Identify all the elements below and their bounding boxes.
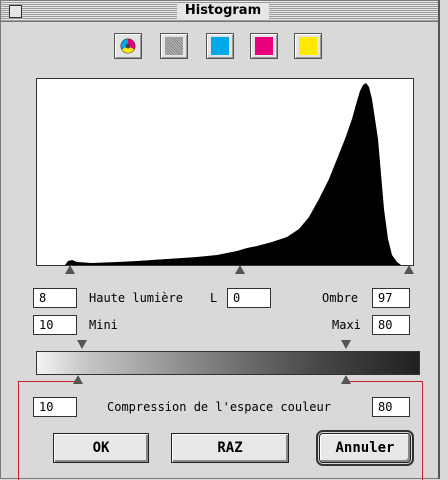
compression-frame xyxy=(18,381,423,480)
tone-gradient-bar xyxy=(36,351,420,375)
compression-min-input[interactable]: 10 xyxy=(33,397,77,417)
compression-label: Compression de l'espace couleur xyxy=(107,400,331,414)
l-label: L xyxy=(210,291,218,305)
channel-magenta-button[interactable] xyxy=(250,33,278,59)
output-min-handle[interactable] xyxy=(77,340,87,349)
shadow-slider-handle[interactable] xyxy=(404,265,414,274)
title-bar[interactable]: Histogram xyxy=(1,1,438,22)
window-title: Histogram xyxy=(177,3,269,19)
shadow-label: Ombre xyxy=(322,291,359,305)
close-box-icon[interactable] xyxy=(9,5,22,18)
channel-cyan-button[interactable] xyxy=(206,33,234,59)
l-input[interactable]: 0 xyxy=(227,288,271,308)
ok-button[interactable]: OK xyxy=(53,433,149,463)
histogram-curve xyxy=(37,83,413,265)
raz-button[interactable]: RAZ xyxy=(171,433,289,463)
compression-max-handle[interactable] xyxy=(341,375,351,384)
shadow-input[interactable]: 97 xyxy=(372,288,410,308)
compression-max-input[interactable]: 80 xyxy=(372,397,410,417)
maxi-input[interactable]: 80 xyxy=(372,315,410,335)
highlight-input[interactable]: 8 xyxy=(33,288,77,308)
histogram-window: Histogram 8 Haute lumière L 0 Ombre 97 1… xyxy=(0,0,440,480)
compression-min-handle[interactable] xyxy=(73,375,83,384)
channel-yellow-button[interactable] xyxy=(294,33,322,59)
color-wheel-icon xyxy=(120,38,136,54)
yellow-swatch-icon xyxy=(299,37,317,55)
mini-input[interactable]: 10 xyxy=(33,315,77,335)
output-max-handle[interactable] xyxy=(341,340,351,349)
highlight-label: Haute lumière xyxy=(89,291,183,305)
channel-gray-button[interactable] xyxy=(160,33,188,59)
highlight-slider-handle[interactable] xyxy=(65,265,75,274)
mini-label: Mini xyxy=(89,318,118,332)
cyan-swatch-icon xyxy=(211,37,229,55)
gray-pattern-icon xyxy=(165,37,183,55)
midtone-slider-handle[interactable] xyxy=(235,265,245,274)
frame-gap xyxy=(81,377,349,385)
maxi-label: Maxi xyxy=(332,318,361,332)
histogram-plot xyxy=(36,78,414,266)
magenta-swatch-icon xyxy=(255,37,273,55)
channel-all-button[interactable] xyxy=(114,33,142,59)
cancel-button[interactable]: Annuler xyxy=(316,430,414,466)
